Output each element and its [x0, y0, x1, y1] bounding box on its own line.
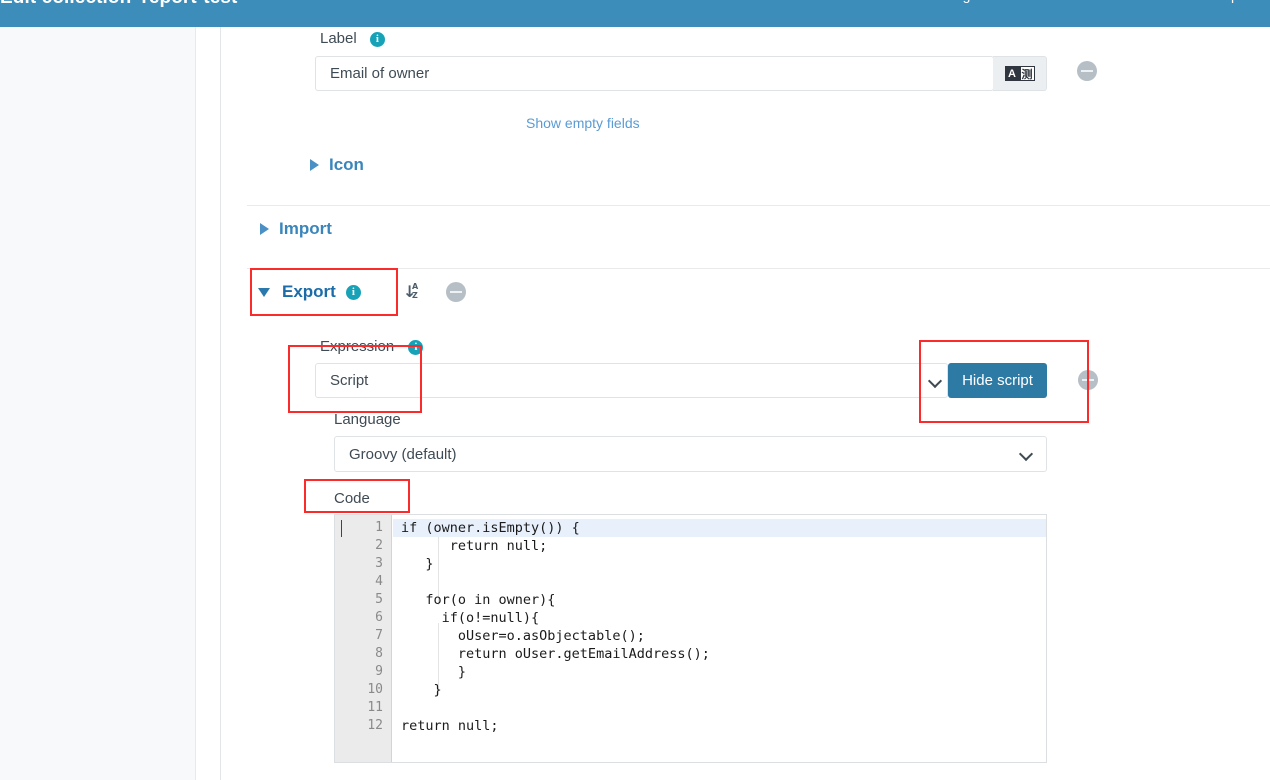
expression-field-label: Expression i — [320, 338, 423, 356]
label-field-label: Label i — [320, 30, 385, 48]
hide-script-button[interactable]: Hide script — [948, 363, 1047, 398]
label-field-label-text: Label — [320, 30, 357, 47]
code-gutter: 123456789101112 — [335, 515, 392, 762]
remove-expression-button[interactable] — [1078, 370, 1098, 390]
code-line[interactable]: return oUser.getEmailAddress(); — [393, 645, 1046, 663]
divider-above-import — [247, 205, 1270, 206]
language-select-value: Groovy (default) — [349, 446, 457, 463]
line-number: 7 — [375, 627, 383, 645]
section-title-icon: Icon — [329, 155, 364, 175]
code-field-label: Code — [334, 490, 370, 508]
code-line[interactable]: } — [393, 681, 1046, 699]
code-lines: if (owner.isEmpty()) { return null; } fo… — [393, 515, 1046, 762]
expression-select-value: Script — [330, 372, 368, 389]
show-empty-fields-link[interactable]: Show empty fields — [526, 115, 640, 131]
code-editor[interactable]: 123456789101112 if (owner.isEmpty()) { r… — [334, 514, 1047, 763]
code-line[interactable]: for(o in owner){ — [393, 591, 1046, 609]
chevron-down-icon[interactable] — [1021, 448, 1033, 460]
section-header-export[interactable]: Export i — [258, 282, 361, 302]
label-input[interactable] — [315, 56, 994, 91]
line-number: 11 — [367, 699, 383, 717]
code-line[interactable]: return null; — [393, 717, 1046, 735]
app-top-bar: Edit collection 'report-test' Configurat… — [0, 0, 1270, 27]
section-header-icon[interactable]: Icon — [310, 155, 364, 175]
code-line[interactable] — [393, 699, 1046, 717]
line-number: 5 — [375, 591, 383, 609]
code-line[interactable] — [393, 573, 1046, 591]
code-line[interactable]: if(o!=null){ — [393, 609, 1046, 627]
line-number: 3 — [375, 555, 383, 573]
code-line[interactable]: oUser=o.asObjectable(); — [393, 627, 1046, 645]
translate-button[interactable]: A测 — [993, 56, 1047, 91]
line-number: 2 — [375, 537, 383, 555]
line-number: 10 — [367, 681, 383, 699]
text-caret — [341, 520, 342, 537]
info-icon[interactable]: i — [346, 285, 361, 300]
topbar-menu-help[interactable]: Help — [1210, 0, 1239, 3]
caret-right-icon — [260, 223, 269, 235]
caret-right-icon — [310, 159, 319, 171]
section-title-import: Import — [279, 219, 332, 239]
language-field-label: Language — [334, 411, 401, 429]
line-number: 4 — [375, 573, 383, 591]
topbar-menu-administration[interactable]: Administration — [1050, 0, 1139, 3]
page-title: Edit collection 'report-test' — [0, 0, 242, 9]
line-number: 1 — [375, 519, 383, 537]
line-number: 6 — [375, 609, 383, 627]
remove-label-button[interactable] — [1077, 61, 1097, 81]
info-icon[interactable]: i — [370, 32, 385, 47]
line-number: 8 — [375, 645, 383, 663]
expression-label-text: Expression — [320, 338, 394, 355]
code-line[interactable]: } — [393, 663, 1046, 681]
line-number: 9 — [375, 663, 383, 681]
line-number: 12 — [367, 717, 383, 735]
remove-export-button[interactable] — [446, 282, 466, 302]
code-line[interactable]: } — [393, 555, 1046, 573]
section-header-import[interactable]: Import — [260, 219, 332, 239]
divider-above-export — [247, 268, 1270, 269]
section-title-export: Export — [282, 282, 336, 302]
caret-down-icon — [258, 288, 270, 297]
sort-az-icon[interactable]: ↓ A Z — [403, 283, 423, 303]
expression-select[interactable]: Script — [315, 363, 948, 398]
code-line[interactable]: return null; — [393, 537, 1046, 555]
translate-icon: A测 — [1005, 66, 1035, 81]
info-icon[interactable]: i — [408, 340, 423, 355]
code-line[interactable]: if (owner.isEmpty()) { — [393, 519, 1046, 537]
left-sidebar — [0, 27, 196, 780]
language-select[interactable]: Groovy (default) — [334, 436, 1047, 472]
topbar-menu-configuration[interactable]: Configuration — [930, 0, 1013, 3]
chevron-down-icon[interactable] — [930, 375, 942, 387]
